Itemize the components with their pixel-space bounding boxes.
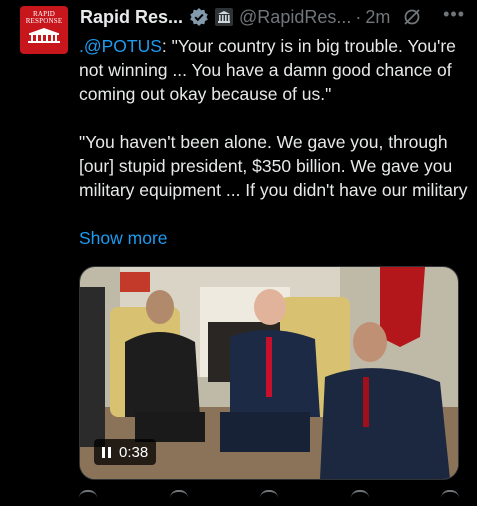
display-name[interactable]: Rapid Res...: [80, 7, 183, 28]
show-more-link[interactable]: Show more: [79, 228, 168, 249]
video-timer[interactable]: 0:38: [94, 439, 157, 465]
tweet-header: Rapid Res... @RapidRes... · 2m •••: [80, 4, 465, 30]
more-icon[interactable]: •••: [443, 4, 465, 25]
tweet-text: .@POTUS: "Your country is in big trouble…: [79, 34, 469, 202]
verified-badge-icon: [189, 7, 209, 27]
retweet-icon[interactable]: [169, 490, 188, 506]
tweet-actions: [79, 490, 459, 504]
video-player[interactable]: 0:38: [79, 266, 459, 480]
tweet-paragraph-2: "You haven't been alone. We gave you, th…: [79, 132, 468, 200]
user-handle[interactable]: @RapidRes...: [239, 7, 351, 28]
share-icon[interactable]: [441, 490, 459, 506]
white-house-icon: [28, 28, 60, 43]
views-icon[interactable]: [350, 490, 369, 506]
avatar[interactable]: RAPID RESPONSE: [20, 6, 68, 54]
video-duration: 0:38: [119, 443, 149, 461]
grok-icon[interactable]: [402, 7, 422, 27]
reply-icon[interactable]: [79, 490, 97, 506]
pause-icon[interactable]: [102, 446, 111, 458]
timestamp[interactable]: 2m: [365, 7, 390, 28]
tweet-paragraph-1: .@POTUS: "Your country is in big trouble…: [79, 34, 469, 106]
government-building-icon: [215, 8, 234, 26]
like-icon[interactable]: [260, 490, 278, 506]
separator-dot: ·: [355, 6, 362, 27]
mention-link[interactable]: .@POTUS: [79, 36, 162, 56]
avatar-logo-text: RAPID RESPONSE: [25, 10, 63, 25]
